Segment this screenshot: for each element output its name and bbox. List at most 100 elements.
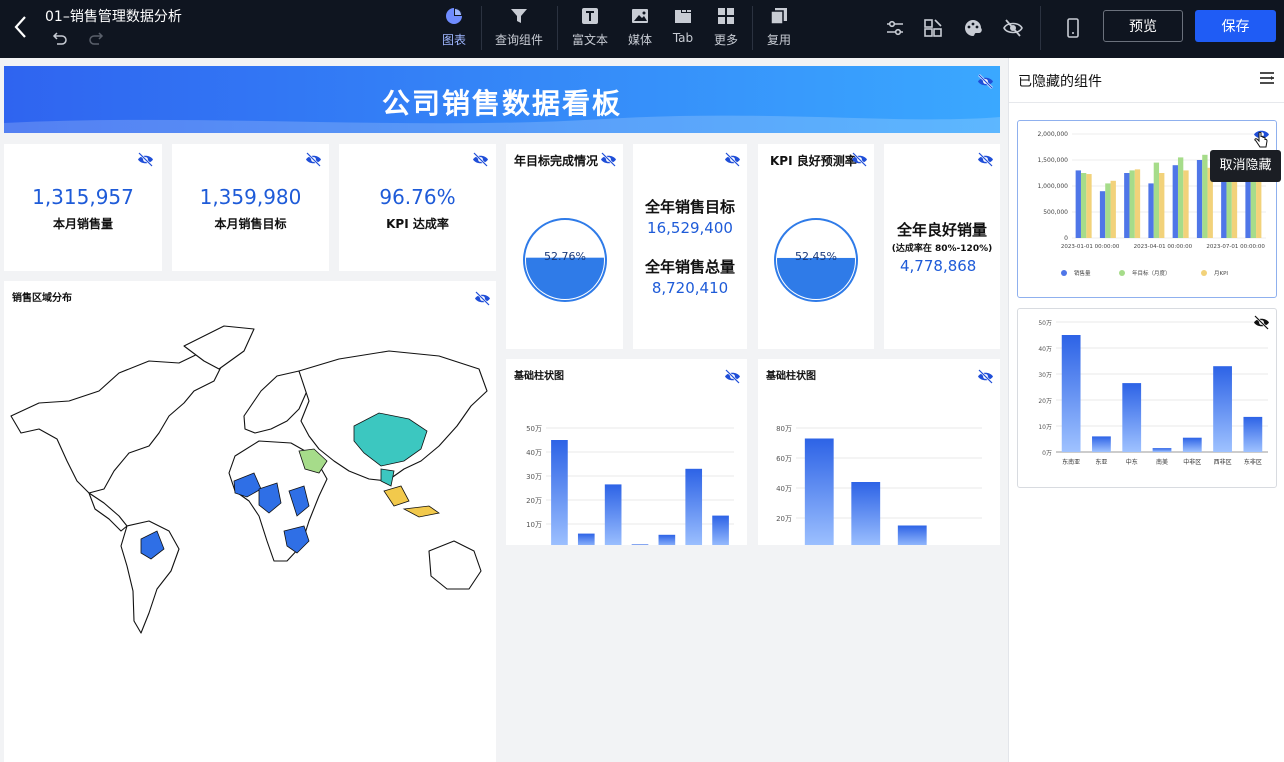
hide-icon[interactable] <box>600 152 617 167</box>
toolbar-query-button[interactable]: 查询组件 <box>494 6 544 52</box>
hand-cursor-icon <box>1254 132 1268 148</box>
bar[interactable] <box>551 440 568 545</box>
kpi-card-rate[interactable]: 96.76% KPI 达成率 <box>339 144 496 271</box>
bar[interactable] <box>631 544 649 545</box>
hide-icon[interactable] <box>472 152 489 167</box>
hide-icon[interactable] <box>305 152 322 167</box>
bar[interactable] <box>851 482 881 545</box>
bar-chart-card-regions[interactable]: 基础柱状图 0万10万20万30万40万50万东南亚中东中非区东非区 <box>506 359 747 545</box>
good-sales-card[interactable]: 全年良好销量 (达成率在 80%-120%) 4,778,868 <box>884 144 1000 349</box>
toolbar-reuse-button[interactable]: 复用 <box>765 6 793 52</box>
bar[interactable] <box>1099 191 1106 238</box>
hide-icon[interactable] <box>851 152 868 167</box>
toolbar-richtext-button[interactable]: 富文本 <box>571 6 609 52</box>
x-tick-label: 2023-07-01 00:00:00 <box>1206 244 1265 250</box>
card-title: 年目标完成情况 <box>514 154 599 168</box>
bar[interactable] <box>1110 180 1116 238</box>
hide-icon[interactable] <box>724 369 741 384</box>
bar[interactable] <box>804 438 834 546</box>
banner[interactable]: 公司销售数据看板 <box>4 66 1000 133</box>
bar[interactable] <box>1148 183 1154 238</box>
redo-icon[interactable] <box>88 31 104 47</box>
bar[interactable] <box>1213 366 1232 452</box>
toolbar-separator <box>481 6 482 50</box>
bar[interactable] <box>1177 157 1184 238</box>
toolbar-media-button[interactable]: 媒体 <box>626 6 654 52</box>
gauge-card-annual[interactable]: 年目标完成情况 52.76% <box>506 144 623 349</box>
toolbar-separator <box>752 6 753 50</box>
y-tick-label: 80万 <box>776 425 792 433</box>
bar[interactable] <box>1243 416 1263 452</box>
bar[interactable] <box>1086 174 1092 238</box>
bar[interactable] <box>1122 383 1142 452</box>
hide-icon[interactable] <box>137 152 154 167</box>
kpi-card-target[interactable]: 1,359,980 本月销售目标 <box>172 144 329 271</box>
bar[interactable] <box>1152 448 1172 452</box>
dashboard-title[interactable]: 01–销售管理数据分析 <box>45 6 182 26</box>
hide-icon[interactable] <box>474 291 491 306</box>
map-region-southeast-asia <box>383 485 410 507</box>
x-tick-label: 东非区 <box>1244 458 1262 466</box>
grouped-bar-chart: 2,000,000 1,500,000 1,000,000 500,000 0 2023-… <box>1037 131 1266 277</box>
bar[interactable] <box>577 533 595 545</box>
layout-icon[interactable] <box>922 17 944 39</box>
hide-icon[interactable] <box>977 74 994 89</box>
target-card[interactable]: 全年销售目标 16,529,400 全年销售总量 8,720,410 <box>633 144 747 349</box>
save-button[interactable]: 保存 <box>1195 10 1276 42</box>
preview-button[interactable]: 预览 <box>1103 10 1183 42</box>
menu-icon[interactable] <box>1259 71 1275 85</box>
bar[interactable] <box>1061 335 1081 452</box>
back-icon[interactable] <box>10 14 32 40</box>
toolbar-tab-button[interactable]: Tab <box>670 6 696 52</box>
hidden-card-sales-trend[interactable]: 2,000,000 1,500,000 1,000,000 500,000 0 2023-… <box>1017 120 1277 298</box>
y-tick-label: 500,000 <box>1043 209 1068 216</box>
bar[interactable] <box>1172 165 1178 238</box>
bar[interactable] <box>1202 154 1208 238</box>
bar[interactable] <box>604 484 622 545</box>
bar[interactable] <box>1124 173 1130 238</box>
y-tick-label: 50万 <box>526 425 542 433</box>
bar[interactable] <box>1075 170 1081 238</box>
bar[interactable] <box>897 525 927 546</box>
top-toolbar: 01–销售管理数据分析 图表 查询组件 富文本 媒体 Tab 更多 复用 预览 … <box>0 0 1284 58</box>
undo-icon[interactable] <box>52 31 68 47</box>
gauge-card-kpi[interactable]: KPI 良好预测率 52.45% <box>758 144 874 349</box>
bar[interactable] <box>1129 170 1135 238</box>
palette-icon[interactable] <box>962 17 984 39</box>
eye-off-icon[interactable] <box>1253 315 1270 330</box>
bar[interactable] <box>1105 183 1111 238</box>
map-region-europe <box>243 370 308 434</box>
bar[interactable] <box>685 468 703 545</box>
y-tick-label: 1,500,000 <box>1037 157 1068 164</box>
mobile-icon[interactable] <box>1062 17 1084 39</box>
world-map[interactable] <box>9 321 491 661</box>
toolbar-separator <box>1040 6 1041 50</box>
bar[interactable] <box>1159 173 1165 238</box>
x-tick-label: 西非区 <box>1214 458 1232 466</box>
map-region-indochina <box>380 468 395 487</box>
bar[interactable] <box>1134 169 1141 238</box>
bar[interactable] <box>1092 436 1111 452</box>
bar[interactable] <box>1080 173 1087 238</box>
bar[interactable] <box>1183 170 1189 238</box>
bar[interactable] <box>712 515 729 545</box>
toolbar-chart-button[interactable]: 图表 <box>441 6 467 52</box>
bar-chart-card-products[interactable]: 基础柱状图 0万20万40万60万80万MinimalLiteClassicTr… <box>758 359 1000 545</box>
map-card[interactable]: 销售区域分布 <box>4 281 496 762</box>
toolbar-more-button[interactable]: 更多 <box>712 6 740 52</box>
sliders-icon[interactable] <box>884 17 906 39</box>
bar[interactable] <box>658 534 676 545</box>
hide-icon[interactable] <box>724 152 741 167</box>
tab-icon <box>675 10 691 23</box>
panel-title: 已隐藏的组件 <box>1018 74 1102 90</box>
kpi-card-sales[interactable]: 1,315,957 本月销售量 <box>4 144 162 271</box>
hide-icon[interactable] <box>977 369 994 384</box>
kpi-value: 96.76% <box>379 185 456 209</box>
liquid-gauge: 52.76% <box>523 218 607 302</box>
bar[interactable] <box>1153 162 1160 238</box>
bar[interactable] <box>1196 160 1203 238</box>
hide-icon[interactable] <box>977 152 994 167</box>
hidden-card-region-bars[interactable]: 0万 10万 20万 30万 40万 50万 东南亚 东亚 中东 南美 中非区 西非区 东非区 <box>1017 308 1277 488</box>
bar[interactable] <box>1182 437 1202 452</box>
eye-off-icon[interactable] <box>1002 17 1024 39</box>
